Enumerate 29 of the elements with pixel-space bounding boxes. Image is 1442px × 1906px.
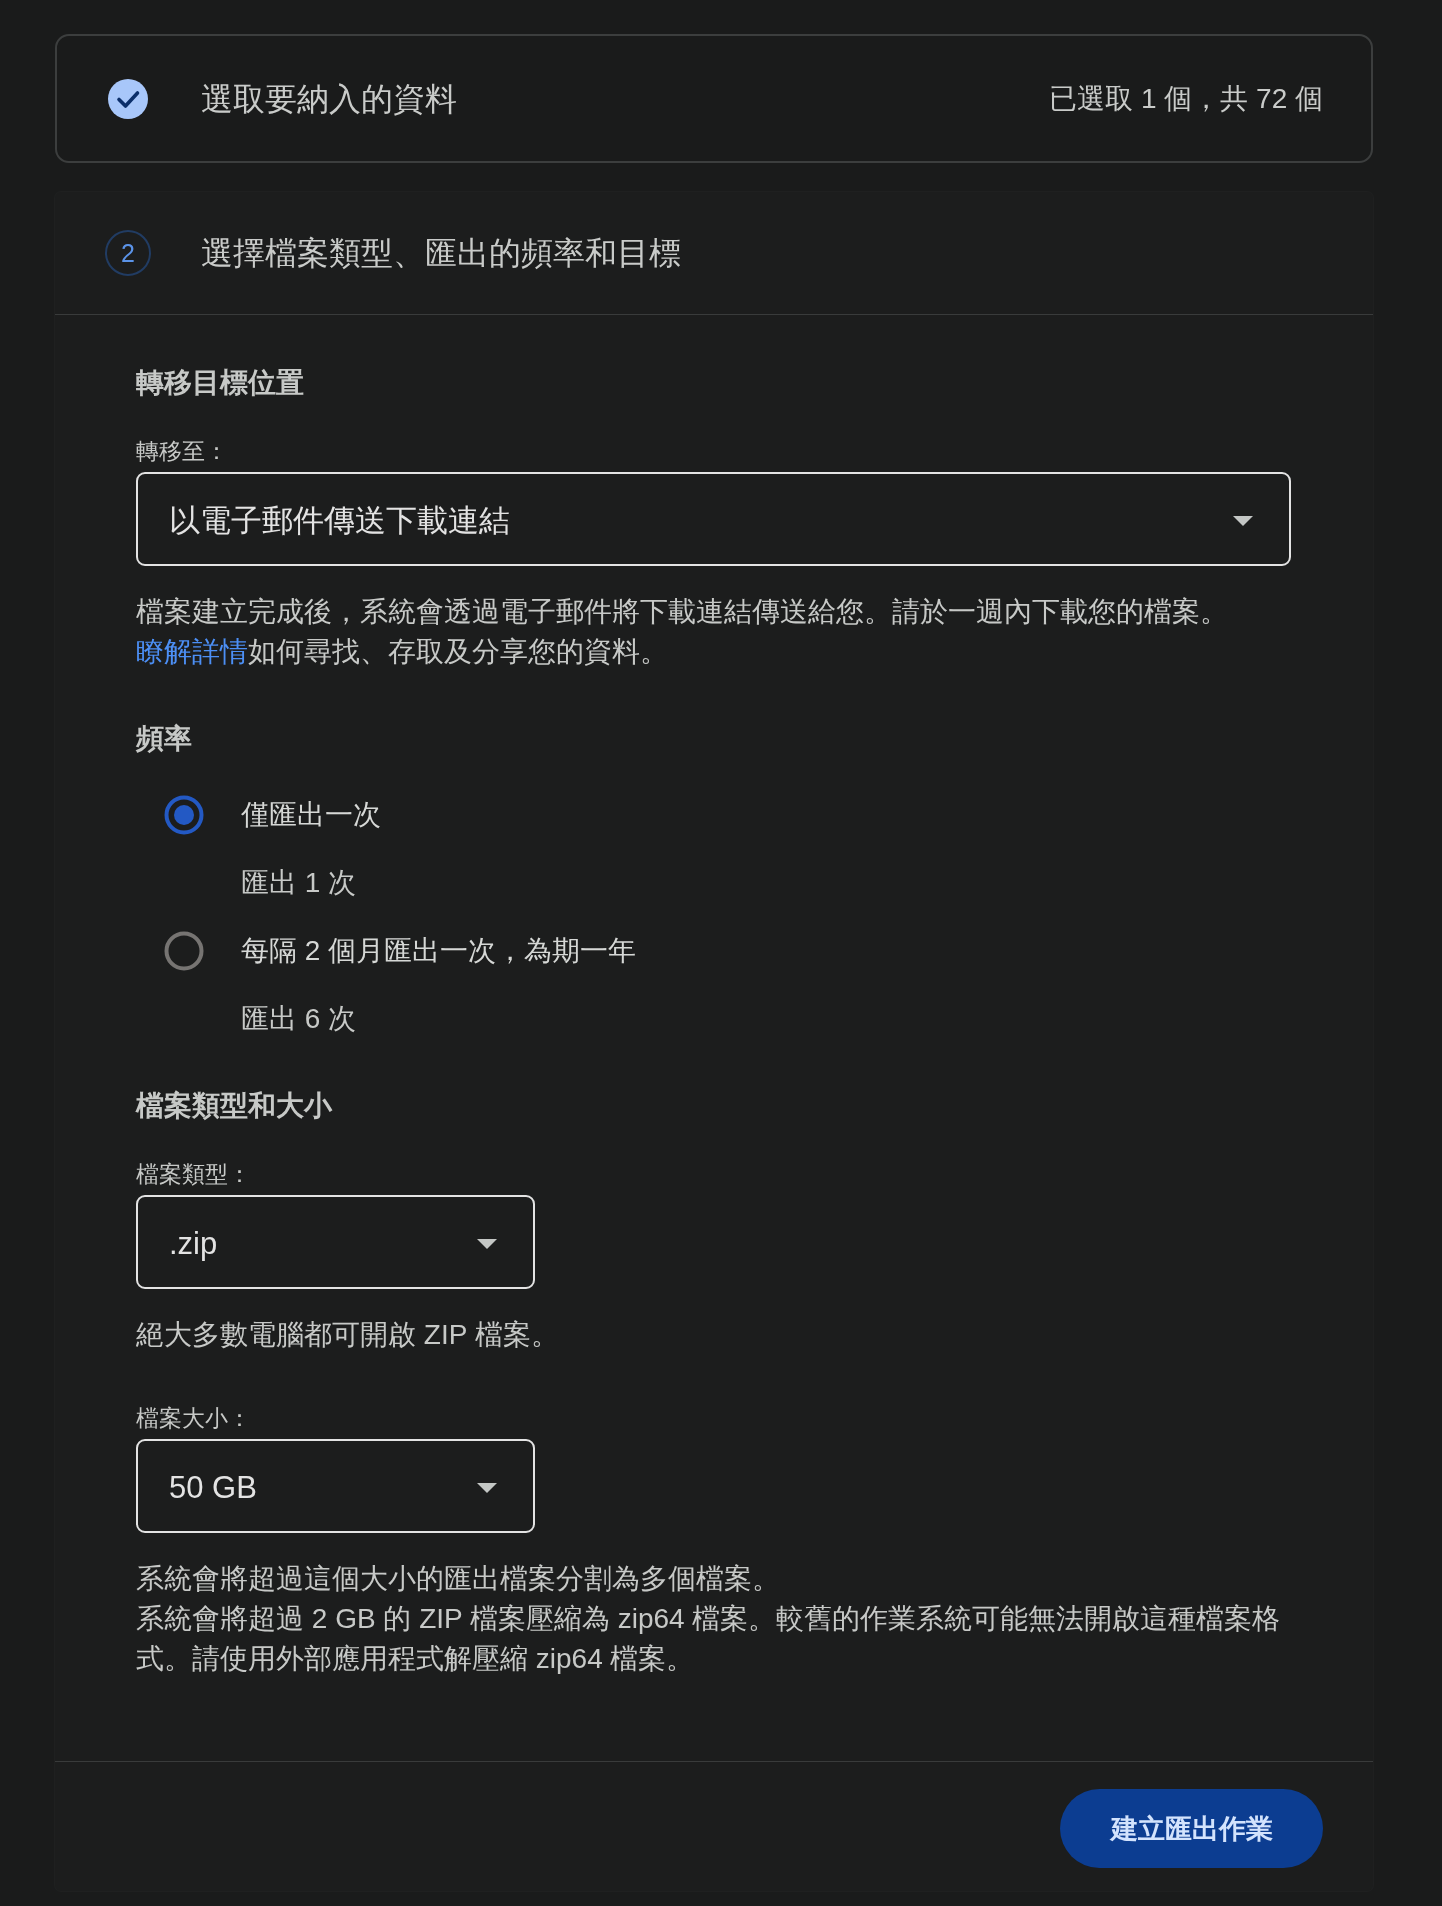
help-text: 系統會將超過 2 GB 的 ZIP 檔案壓縮為 zip64 檔案。較舊的作業系統可能無法開啟這種檔案格式。請使用外部應用程式解壓縮 zip64 檔案。 <box>136 1602 1282 1676</box>
section-heading: 檔案類型和大小 <box>136 1089 333 1123</box>
caret-icon <box>477 1239 497 1249</box>
section-heading: 頻率 <box>136 722 193 756</box>
section-heading: 轉移目標位置 <box>136 366 305 400</box>
caret-icon <box>1233 516 1253 526</box>
option-detail: 匯出 1 次 <box>241 866 357 900</box>
learn-more-link[interactable]: 瞭解詳情 <box>136 636 248 667</box>
radio-button[interactable] <box>164 795 204 835</box>
option-label[interactable]: 每隔 2 個月匯出一次，為期一年 <box>241 931 637 971</box>
option-label[interactable]: 僅匯出一次 <box>241 795 381 835</box>
field-label: 檔案大小： <box>136 1404 252 1433</box>
step-title: 選擇檔案類型、匯出的頻率和目標 <box>201 234 681 273</box>
help-text: 絕大多數電腦都可開啟 ZIP 檔案。 <box>136 1318 560 1352</box>
option-detail: 匯出 6 次 <box>241 1002 357 1036</box>
dropdown-field[interactable]: .zip <box>136 1195 535 1289</box>
field-label: 轉移至： <box>136 437 229 466</box>
create-export-button[interactable]: 建立匯出作業 <box>1060 1789 1323 1868</box>
description-text: 檔案建立完成後，系統會透過電子郵件將下載連結傳送給您。請於一週內下載您的檔案。 瞭解詳情如何尋找、存取及分享您的資料。 <box>136 595 1229 669</box>
radio-button[interactable] <box>164 931 204 971</box>
step-number: 2 <box>105 230 151 276</box>
field-label: 檔案類型： <box>136 1160 252 1189</box>
help-text: 系統會將超過這個大小的匯出檔案分割為多個檔案。 <box>136 1562 781 1596</box>
dropdown-field[interactable]: 以電子郵件傳送下載連結 <box>136 472 1291 566</box>
step-card[interactable]: 選取要納入的資料 已選取 1 個，共 72 個 <box>55 34 1373 163</box>
caret-icon <box>477 1483 497 1493</box>
selection-summary: 已選取 1 個，共 72 個 <box>1049 81 1323 116</box>
dropdown-field[interactable]: 50 GB <box>136 1439 535 1533</box>
step-title: 選取要納入的資料 <box>201 79 457 119</box>
